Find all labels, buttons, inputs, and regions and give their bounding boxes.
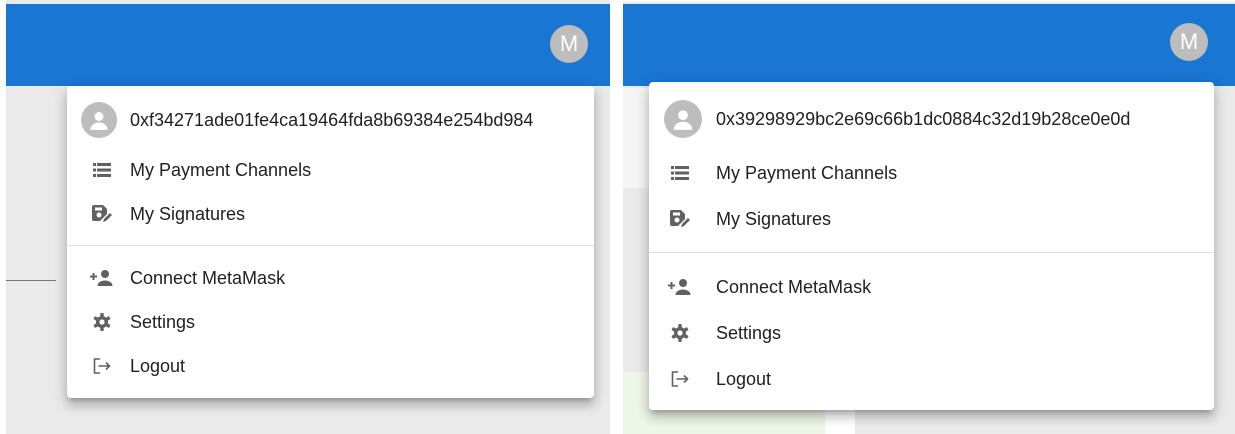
user-avatar-icon	[81, 102, 117, 138]
menu-item-settings[interactable]: Settings	[67, 300, 594, 344]
add-person-icon	[667, 276, 693, 298]
account-address: 0x39298929bc2e69c66b1dc0884c32d19b28ce0e…	[716, 108, 1131, 129]
logout-icon	[91, 355, 113, 377]
gear-icon	[91, 311, 113, 333]
menu-divider	[649, 252, 1214, 253]
background-divider	[6, 280, 56, 281]
menu-item-payment-channels[interactable]: My Payment Channels	[67, 148, 594, 192]
menu-item-signatures[interactable]: My Signatures	[649, 196, 1214, 242]
app-bar: M	[623, 4, 1235, 86]
account-address: 0xf34271ade01fe4ca19464fda8b69384e254bd9…	[130, 109, 534, 130]
menu-item-label: My Signatures	[130, 203, 246, 224]
account-address-item[interactable]: 0xf34271ade01fe4ca19464fda8b69384e254bd9…	[67, 96, 594, 144]
account-menu: 0x39298929bc2e69c66b1dc0884c32d19b28ce0e…	[649, 82, 1214, 410]
left-screenshot: M 0xf34271ade01fe4ca19464fda8b69384e254b…	[6, 0, 610, 434]
list-icon	[669, 162, 691, 184]
user-avatar-icon	[664, 100, 702, 138]
menu-item-label: My Signatures	[716, 208, 832, 229]
gear-icon	[669, 322, 691, 344]
menu-divider	[67, 245, 594, 246]
signature-icon	[669, 208, 691, 230]
menu-item-connect-metamask[interactable]: Connect MetaMask	[649, 264, 1214, 310]
add-person-icon	[89, 267, 115, 289]
menu-item-payment-channels[interactable]: My Payment Channels	[649, 150, 1214, 196]
menu-item-logout[interactable]: Logout	[67, 344, 594, 388]
menu-item-label: My Payment Channels	[716, 162, 898, 183]
menu-item-label: Settings	[130, 311, 196, 332]
menu-item-label: Settings	[716, 322, 782, 343]
menu-item-label: My Payment Channels	[130, 159, 312, 180]
account-address-item[interactable]: 0x39298929bc2e69c66b1dc0884c32d19b28ce0e…	[649, 94, 1214, 144]
list-icon	[91, 159, 113, 181]
menu-item-label: Logout	[130, 355, 186, 376]
account-avatar-button[interactable]: M	[550, 25, 588, 63]
menu-item-connect-metamask[interactable]: Connect MetaMask	[67, 256, 594, 300]
signature-icon	[91, 203, 113, 225]
menu-item-signatures[interactable]: My Signatures	[67, 192, 594, 236]
account-avatar-button[interactable]: M	[1170, 23, 1208, 61]
app-bar: M	[6, 4, 610, 86]
menu-item-label: Connect MetaMask	[130, 267, 286, 288]
menu-item-label: Connect MetaMask	[716, 276, 872, 297]
right-screenshot: M 0x39298929bc2e69c66b1dc0884c32d19b28ce…	[623, 2, 1235, 434]
menu-item-settings[interactable]: Settings	[649, 310, 1214, 356]
menu-item-label: Logout	[716, 368, 772, 389]
account-menu: 0xf34271ade01fe4ca19464fda8b69384e254bd9…	[67, 86, 594, 398]
menu-item-logout[interactable]: Logout	[649, 356, 1214, 402]
background-panel	[623, 88, 649, 188]
logout-icon	[669, 368, 691, 390]
